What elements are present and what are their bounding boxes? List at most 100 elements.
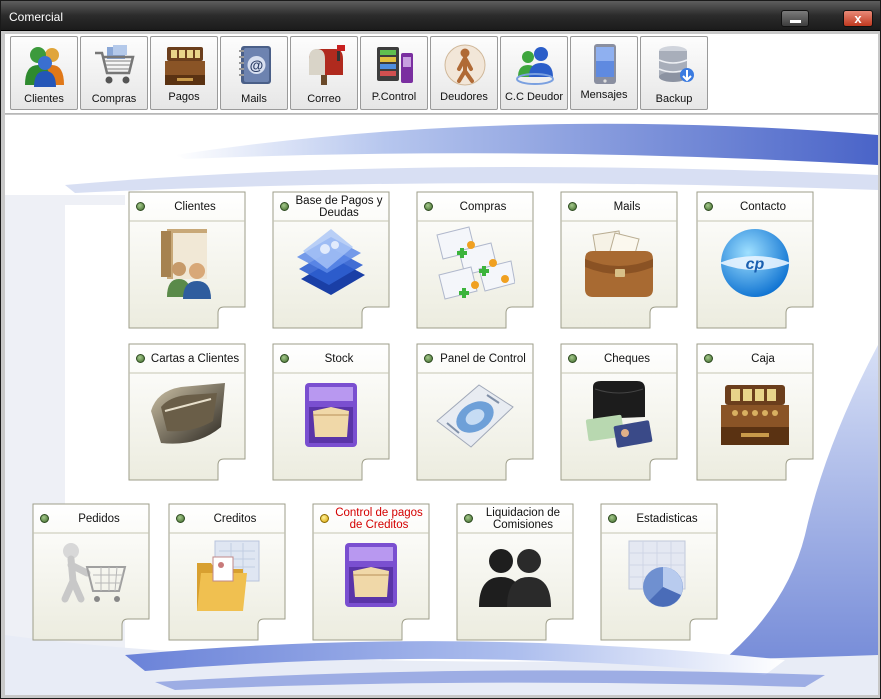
- toolbar-button-cc-deudor[interactable]: C.C Deudor: [500, 36, 568, 110]
- toolbar-label: Pagos: [168, 91, 200, 103]
- status-led: [568, 354, 577, 363]
- status-led: [568, 202, 577, 211]
- tile-label: Clientes: [174, 200, 216, 213]
- minimize-button[interactable]: [781, 10, 809, 27]
- tile-panel-de-control[interactable]: Panel de Control: [416, 343, 534, 481]
- toolbar-label: Compras: [91, 93, 137, 105]
- svg-text:cp: cp: [746, 256, 765, 273]
- tile-label: Mails: [613, 200, 641, 213]
- shopping-cart-figure-icon: [61, 543, 127, 603]
- toolbar-button-backup[interactable]: Backup: [640, 36, 708, 110]
- status-led: [424, 202, 433, 211]
- toolbar-label: Correo: [307, 93, 341, 105]
- toolbar-button-compras[interactable]: Compras: [80, 36, 148, 110]
- toolbar-label: Mensajes: [580, 89, 628, 101]
- svg-text:@: @: [250, 57, 264, 73]
- status-led: [136, 202, 145, 211]
- file-drawer-icon: [345, 543, 397, 607]
- tile-label: Base de Pagos y Deudas: [295, 194, 383, 219]
- messenger-icon: [516, 47, 554, 85]
- documents-icon: [436, 226, 515, 300]
- tile-base-de-pagos[interactable]: Base de Pagos y Deudas: [272, 191, 390, 329]
- close-button[interactable]: x: [843, 10, 873, 27]
- tile-label: Cartas a Clientes: [150, 352, 240, 365]
- status-led: [280, 202, 289, 211]
- wallet-icon: [585, 381, 653, 448]
- status-led: [280, 354, 289, 363]
- tile-caja[interactable]: Caja: [696, 343, 814, 481]
- globe-logo-icon: cp: [719, 229, 791, 297]
- tile-label: Cheques: [603, 352, 651, 365]
- person-figure-icon: [444, 44, 486, 86]
- address-book-icon: @: [239, 46, 271, 84]
- toolbar-label: Clientes: [24, 93, 64, 105]
- letter-tray-icon: [151, 383, 225, 444]
- users-icon: [25, 47, 64, 87]
- status-led: [704, 354, 713, 363]
- toolbar-label: Backup: [655, 93, 693, 105]
- toolbar-button-pagos[interactable]: Pagos: [150, 36, 218, 110]
- tile-cheques[interactable]: Cheques: [560, 343, 678, 481]
- toolbar-button-correo[interactable]: Correo: [290, 36, 358, 110]
- people-silhouette-icon: [479, 549, 551, 607]
- title-bar[interactable]: Comercial x: [1, 1, 880, 31]
- tile-clientes[interactable]: Clientes: [128, 191, 246, 329]
- toolbar: Clientes Compras Pagos @ Mails Correo P.…: [5, 34, 878, 114]
- status-led: [608, 514, 617, 523]
- tile-label: Liquidacion de Comisiones: [485, 506, 561, 531]
- toolbar-label: Mails: [241, 93, 267, 105]
- cart-icon: [95, 45, 135, 84]
- tile-estadisticas[interactable]: Estadisticas: [600, 503, 718, 641]
- control-panel-icon: [436, 384, 514, 448]
- toolbar-button-mails[interactable]: @ Mails: [220, 36, 288, 110]
- pie-chart-icon: [628, 540, 686, 607]
- toolbar-button-clientes[interactable]: Clientes: [10, 36, 78, 110]
- toolbar-label: Deudores: [440, 91, 488, 103]
- tile-label: Pedidos: [78, 512, 120, 525]
- tile-creditos[interactable]: Creditos: [168, 503, 286, 641]
- folder-icon: [197, 540, 260, 611]
- tile-label: Panel de Control: [440, 352, 526, 365]
- tile-cartas-a-clientes[interactable]: Cartas a Clientes: [128, 343, 246, 481]
- tile-control-de-pagos-de-creditos[interactable]: Control de pagos de Creditos: [312, 503, 430, 641]
- tile-liquidacion-de-comisiones[interactable]: Liquidacion de Comisiones: [456, 503, 574, 641]
- stacked-glass-icon: [297, 229, 365, 295]
- toolbar-label: P.Control: [371, 91, 417, 103]
- cash-register-icon: [165, 47, 205, 85]
- toolbar-button-deudores[interactable]: Deudores: [430, 36, 498, 110]
- status-led: [320, 514, 329, 523]
- tile-label: Control de pagos de Creditos: [335, 506, 423, 531]
- mobile-phone-icon: [594, 44, 616, 84]
- status-led: [40, 514, 49, 523]
- status-led: [424, 354, 433, 363]
- file-drawer-icon: [305, 383, 357, 447]
- toolbar-button-mensajes[interactable]: Mensajes: [570, 36, 638, 110]
- tile-label: Estadisticas: [636, 512, 698, 525]
- main-panel: Clientes Base de Pagos y Deudas Compras …: [5, 115, 878, 695]
- tile-stock[interactable]: Stock: [272, 343, 390, 481]
- status-led: [136, 354, 145, 363]
- tile-compras[interactable]: Compras: [416, 191, 534, 329]
- tile-label: Contacto: [739, 200, 787, 213]
- status-led: [704, 202, 713, 211]
- tile-contacto[interactable]: Contacto cp: [696, 191, 814, 329]
- app-window: Comercial x Clientes Compras Pagos @ Mai…: [0, 0, 881, 699]
- database-icon: [658, 46, 694, 82]
- tile-label: Compras: [459, 200, 507, 213]
- contacts-folder-icon: [161, 229, 211, 299]
- control-panel-icon: [377, 47, 413, 83]
- toolbar-button-pcontrol[interactable]: P.Control: [360, 36, 428, 110]
- tile-pedidos[interactable]: Pedidos: [32, 503, 150, 641]
- window-title: Comercial: [9, 10, 64, 24]
- tile-mails[interactable]: Mails: [560, 191, 678, 329]
- cash-register-icon: [721, 385, 789, 445]
- tile-label: Caja: [751, 352, 775, 365]
- mail-bag-icon: [585, 230, 653, 297]
- tile-label: Stock: [324, 352, 354, 365]
- status-led: [176, 514, 185, 523]
- mailbox-icon: [309, 45, 345, 85]
- close-icon: x: [854, 11, 862, 26]
- status-led: [464, 514, 473, 523]
- toolbar-label: C.C Deudor: [504, 91, 564, 103]
- tile-label: Creditos: [213, 512, 257, 525]
